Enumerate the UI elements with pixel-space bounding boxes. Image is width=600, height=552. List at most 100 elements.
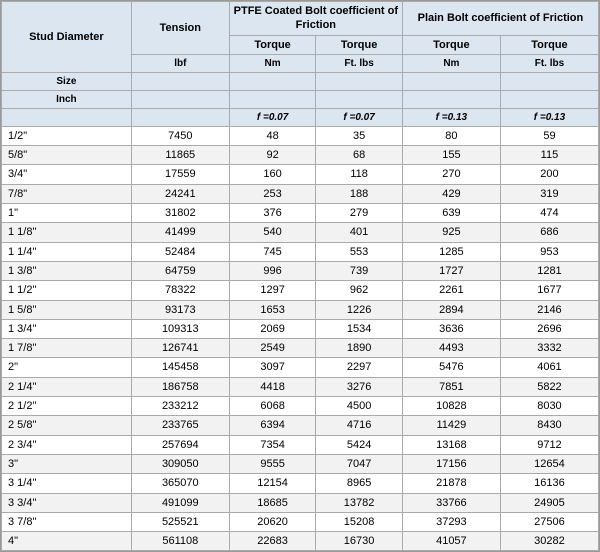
ptfe-nm-header: Nm [229,54,316,72]
value-cell: 8965 [316,474,403,493]
size-cell: 1" [2,204,132,223]
blank2-ptfe-ft [316,90,403,108]
table-row: 1 5/8"931731653122628942146 [2,300,599,319]
value-cell: 16136 [500,474,598,493]
value-cell: 17156 [402,454,500,473]
size-cell: 3/4" [2,165,132,184]
size-cell: 5/8" [2,146,132,165]
plain-nm-header: Nm [402,54,500,72]
table-row: 2"1454583097229754764061 [2,358,599,377]
value-cell: 41057 [402,532,500,551]
size-cell: 4" [2,532,132,551]
value-cell: 7450 [131,126,229,145]
table-row: 1 1/2"78322129796222611677 [2,281,599,300]
ptfe-torque2-header: Torque [316,35,403,54]
size-label: Size [2,72,132,90]
table-row: 2 1/2"23321260684500108288030 [2,397,599,416]
value-cell: 48 [229,126,316,145]
table-row: 3/4"17559160118270200 [2,165,599,184]
plain-group-header: Plain Bolt coefficient of Friction [402,2,598,36]
blank-ptfe-ft [316,72,403,90]
value-cell: 30282 [500,532,598,551]
value-cell: 37293 [402,512,500,531]
size-cell: 2 1/2" [2,397,132,416]
value-cell: 2297 [316,358,403,377]
value-cell: 160 [229,165,316,184]
value-cell: 745 [229,242,316,261]
blank2-plain-nm [402,90,500,108]
table-row: 1 3/8"6475999673917271281 [2,261,599,280]
value-cell: 21878 [402,474,500,493]
size-cell: 2 5/8" [2,416,132,435]
value-cell: 401 [316,223,403,242]
table-row: 3 7/8"52552120620152083729327506 [2,512,599,531]
f013a-label: f =0.13 [402,108,500,126]
value-cell: 115 [500,146,598,165]
value-cell: 188 [316,184,403,203]
value-cell: 68 [316,146,403,165]
value-cell: 59 [500,126,598,145]
value-cell: 270 [402,165,500,184]
value-cell: 20620 [229,512,316,531]
f007a-label: f =0.07 [229,108,316,126]
value-cell: 17559 [131,165,229,184]
value-cell: 24241 [131,184,229,203]
table-row: 3"309050955570471715612654 [2,454,599,473]
table-row: 7/8"24241253188429319 [2,184,599,203]
size-cell: 1 1/4" [2,242,132,261]
value-cell: 5476 [402,358,500,377]
value-cell: 15208 [316,512,403,531]
blank2-ptfe-nm [229,90,316,108]
size-cell: 1 3/8" [2,261,132,280]
value-cell: 8430 [500,416,598,435]
value-cell: 22683 [229,532,316,551]
value-cell: 3276 [316,377,403,396]
value-cell: 2894 [402,300,500,319]
f013b-label: f =0.13 [500,108,598,126]
value-cell: 31802 [131,204,229,223]
ptfe-group-header: PTFE Coated Bolt coefficient of Friction [229,2,402,36]
value-cell: 1297 [229,281,316,300]
value-cell: 126741 [131,339,229,358]
value-cell: 5822 [500,377,598,396]
value-cell: 474 [500,204,598,223]
value-cell: 365070 [131,474,229,493]
plain-ft-header: Ft. lbs [500,54,598,72]
value-cell: 2696 [500,319,598,338]
value-cell: 145458 [131,358,229,377]
table-row: 4"56110822683167304105730282 [2,532,599,551]
value-cell: 3097 [229,358,316,377]
value-cell: 1677 [500,281,598,300]
value-cell: 4500 [316,397,403,416]
value-cell: 962 [316,281,403,300]
value-cell: 16730 [316,532,403,551]
blank2-plain-ft [500,90,598,108]
value-cell: 233765 [131,416,229,435]
size-cell: 2 3/4" [2,435,132,454]
value-cell: 525521 [131,512,229,531]
value-cell: 1890 [316,339,403,358]
plain-torque2-header: Torque [500,35,598,54]
value-cell: 257694 [131,435,229,454]
value-cell: 18685 [229,493,316,512]
table-row: 2 1/4"1867584418327678515822 [2,377,599,396]
value-cell: 3332 [500,339,598,358]
value-cell: 11429 [402,416,500,435]
value-cell: 1534 [316,319,403,338]
value-cell: 24905 [500,493,598,512]
inch-label: Inch [2,90,132,108]
table-row: 1 3/4"1093132069153436362696 [2,319,599,338]
ptfe-torque-header: Torque [229,35,316,54]
size-cell: 2 1/4" [2,377,132,396]
value-cell: 35 [316,126,403,145]
size-cell: 3 3/4" [2,493,132,512]
blank2-tension [131,90,229,108]
size-cell: 3 1/4" [2,474,132,493]
value-cell: 3636 [402,319,500,338]
value-cell: 2146 [500,300,598,319]
table-row: 2 3/4"25769473545424131689712 [2,435,599,454]
value-cell: 1281 [500,261,598,280]
size-cell: 3 7/8" [2,512,132,531]
value-cell: 319 [500,184,598,203]
value-cell: 13782 [316,493,403,512]
